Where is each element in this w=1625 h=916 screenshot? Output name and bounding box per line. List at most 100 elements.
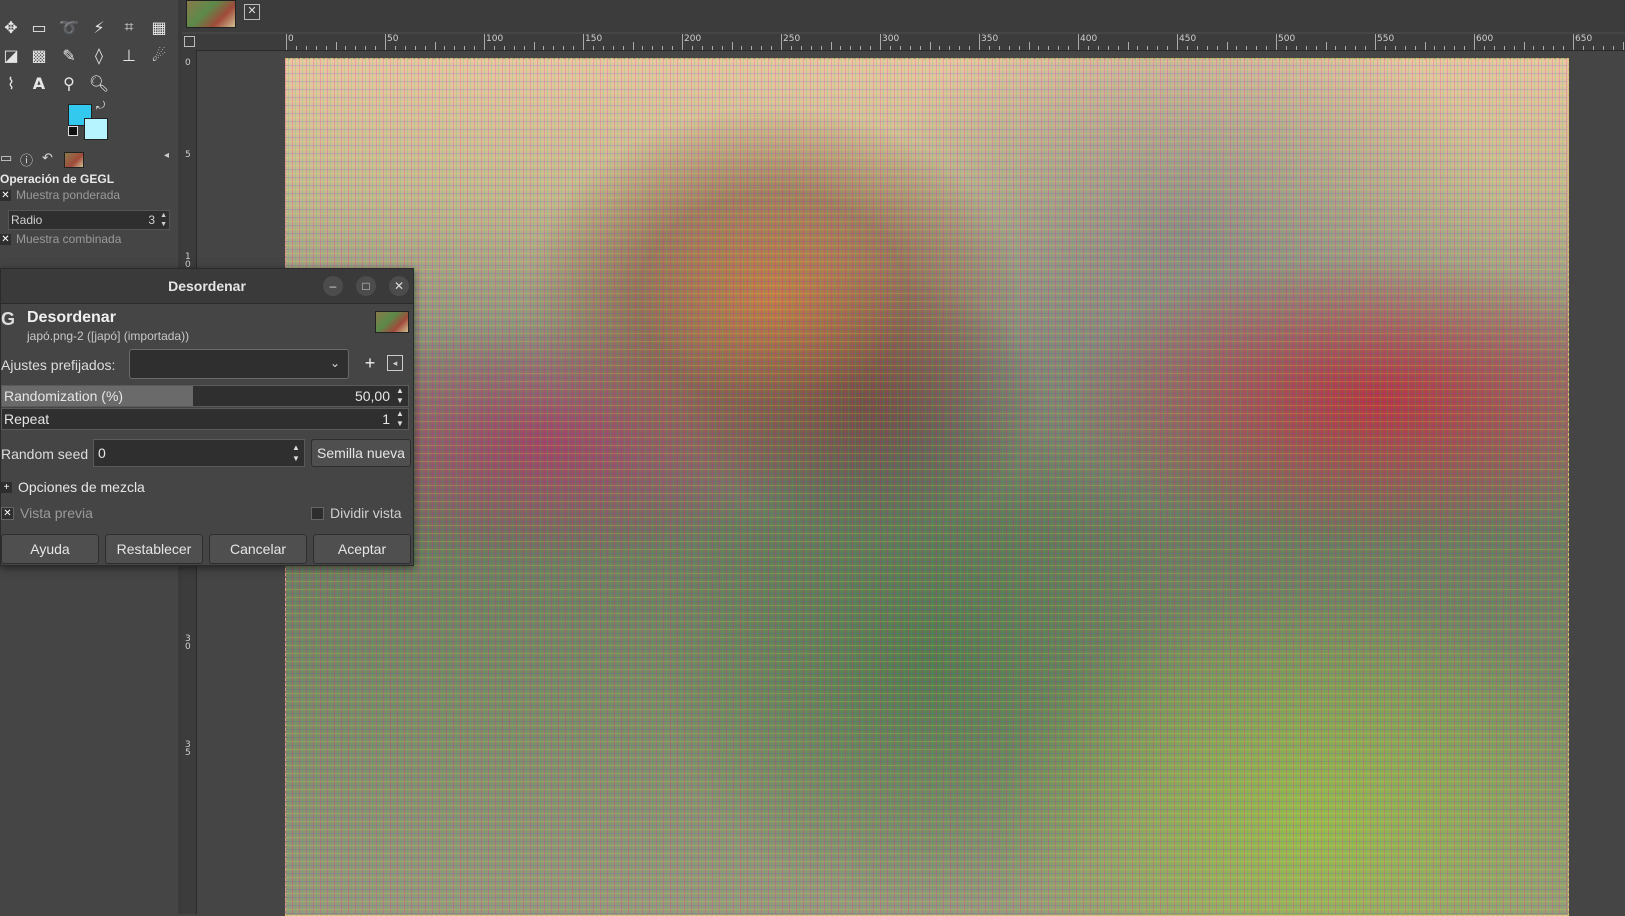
repeat-label: Repeat xyxy=(4,411,50,427)
images-tab-icon[interactable] xyxy=(64,152,84,168)
blend-options-label: Opciones de mezcla xyxy=(18,479,145,495)
ruler-label: 0 xyxy=(185,642,191,652)
expander-plus-icon[interactable]: + xyxy=(1,481,12,493)
rect-select-icon[interactable]: ▭ xyxy=(28,16,50,38)
swap-colors-icon[interactable]: ⤾ xyxy=(96,100,105,113)
ruler-tick xyxy=(761,46,763,50)
presets-dropdown[interactable]: ⌄ xyxy=(129,349,349,379)
ruler-tick xyxy=(523,46,525,50)
ruler-tick xyxy=(414,46,416,50)
color-picker-icon[interactable]: ⚲ xyxy=(58,72,80,94)
move-icon[interactable]: ✥ xyxy=(0,16,22,38)
split-view-toggle[interactable]: Dividir vista xyxy=(311,505,402,521)
text-icon[interactable]: A xyxy=(28,72,50,94)
ruler-tick xyxy=(286,34,287,50)
ruler-tick xyxy=(1058,46,1060,50)
ruler-tick xyxy=(652,46,654,50)
ruler-tick xyxy=(1038,46,1040,50)
paths-icon[interactable]: ⌇ xyxy=(0,72,22,94)
ruler-tick xyxy=(1018,46,1020,50)
undo-history-tab-icon[interactable]: ↶ xyxy=(42,150,53,166)
ruler-tick xyxy=(939,46,941,50)
maximize-icon[interactable]: □ xyxy=(356,276,376,296)
sample-combined-checkbox[interactable]: ✕ xyxy=(0,233,11,245)
ruler-tick xyxy=(1612,46,1614,50)
ruler-tick xyxy=(563,46,565,50)
unified-transform-icon[interactable]: ▦ xyxy=(148,16,170,38)
radius-value: 3 xyxy=(148,213,155,227)
ruler-label: 150 xyxy=(585,34,603,44)
eraser-icon[interactable]: ◊ xyxy=(88,44,110,66)
ruler-tick xyxy=(1256,46,1258,50)
image-preview-thumbnail xyxy=(375,311,409,333)
ok-button[interactable]: Aceptar xyxy=(313,534,411,564)
ruler-label: 400 xyxy=(1080,34,1098,44)
ruler-tick xyxy=(464,46,466,50)
smudge-icon[interactable]: ☄ xyxy=(148,44,170,66)
blend-options-expander[interactable]: + Opciones de mezcla xyxy=(1,479,145,495)
radius-arrows-icon[interactable]: ▲ ▼ xyxy=(160,211,167,229)
ruler-tick xyxy=(632,42,634,50)
dock-menu-icon[interactable]: ◂ xyxy=(164,150,169,161)
randomization-spinner[interactable]: Randomization (%) 50,00 ▲ ▼ xyxy=(1,385,409,407)
tool-options-tab-icon[interactable]: ▭ xyxy=(0,150,12,166)
fuzzy-select-icon[interactable]: ⚡ xyxy=(88,16,110,38)
lasso-icon[interactable]: ➰ xyxy=(58,16,80,38)
reset-button[interactable]: Restablecer xyxy=(105,534,203,564)
preview-toggle[interactable]: ✕ Vista previa xyxy=(1,505,93,521)
ruler-tick xyxy=(771,46,773,50)
ruler-tick xyxy=(988,46,990,50)
image-tab-thumbnail[interactable] xyxy=(186,0,236,28)
ruler-label: 600 xyxy=(1476,34,1494,44)
radius-spinner[interactable]: Radio 3 ▲ ▼ xyxy=(8,210,170,230)
default-colors-icon[interactable] xyxy=(68,126,78,136)
crop-icon[interactable]: ⌗ xyxy=(118,16,140,38)
chevron-down-icon: ⌄ xyxy=(329,356,341,370)
minimize-icon[interactable]: – xyxy=(323,276,343,296)
paintbrush-icon[interactable]: ✎ xyxy=(58,44,80,66)
bucket-fill-icon[interactable]: ◪ xyxy=(0,44,22,66)
ruler-tick xyxy=(701,46,703,50)
ruler-tick xyxy=(751,46,753,50)
preview-checkbox[interactable]: ✕ xyxy=(1,506,14,520)
ruler-tick xyxy=(860,46,862,50)
dialog-title: Desordenar xyxy=(168,278,246,294)
image-tab-close-icon[interactable]: ✕ xyxy=(244,4,260,20)
ruler-tick xyxy=(949,46,951,50)
sample-merged-checkbox[interactable]: ✕ xyxy=(0,189,11,201)
ruler-tick xyxy=(444,46,446,50)
gradient-icon[interactable]: ▩ xyxy=(28,44,50,66)
split-view-checkbox[interactable] xyxy=(311,506,324,520)
random-seed-value: 0 xyxy=(98,445,106,461)
ruler-tick xyxy=(1582,46,1584,50)
sample-merged-row[interactable]: ✕ Muestra ponderada xyxy=(0,188,120,202)
ruler-tick xyxy=(1087,46,1089,50)
help-button[interactable]: Ayuda xyxy=(1,534,99,564)
ruler-tick xyxy=(1196,46,1198,50)
random-seed-field[interactable]: 0 ▲ ▼ xyxy=(93,439,305,467)
ruler-label: 0 xyxy=(288,34,294,44)
preset-menu-icon[interactable]: ◂ xyxy=(387,355,403,371)
ruler-label: 5 xyxy=(185,150,191,160)
close-icon[interactable]: ✕ xyxy=(389,276,409,296)
ruler-tick xyxy=(929,42,931,50)
randomization-arrows-icon[interactable]: ▲ ▼ xyxy=(394,386,406,406)
ruler-tick xyxy=(592,46,594,50)
ruler-corner-icon[interactable] xyxy=(182,34,196,50)
operation-subtitle: japó.png-2 ([japó] (importada)) xyxy=(27,329,190,343)
spread-dialog: Desordenar – □ ✕ G Desordenar japó.png-2… xyxy=(0,268,414,566)
background-color[interactable] xyxy=(84,118,108,140)
clone-icon[interactable]: ⊥ xyxy=(118,44,140,66)
repeat-arrows-icon[interactable]: ▲ ▼ xyxy=(394,409,406,429)
dialog-titlebar[interactable]: Desordenar – □ ✕ xyxy=(1,269,413,304)
add-preset-icon[interactable]: + xyxy=(361,353,379,373)
seed-arrows-icon[interactable]: ▲ ▼ xyxy=(290,442,302,464)
cancel-button[interactable]: Cancelar xyxy=(209,534,307,564)
ruler-tick xyxy=(295,46,297,50)
device-status-tab-icon[interactable]: ⓘ xyxy=(20,150,33,169)
new-seed-button[interactable]: Semilla nueva xyxy=(311,439,411,467)
repeat-spinner[interactable]: Repeat 1 ▲ ▼ xyxy=(1,408,409,430)
ruler-tick xyxy=(1434,46,1436,50)
zoom-icon[interactable]: 🔍︎ xyxy=(88,72,110,94)
sample-combined-row[interactable]: ✕ Muestra combinada xyxy=(0,232,121,246)
